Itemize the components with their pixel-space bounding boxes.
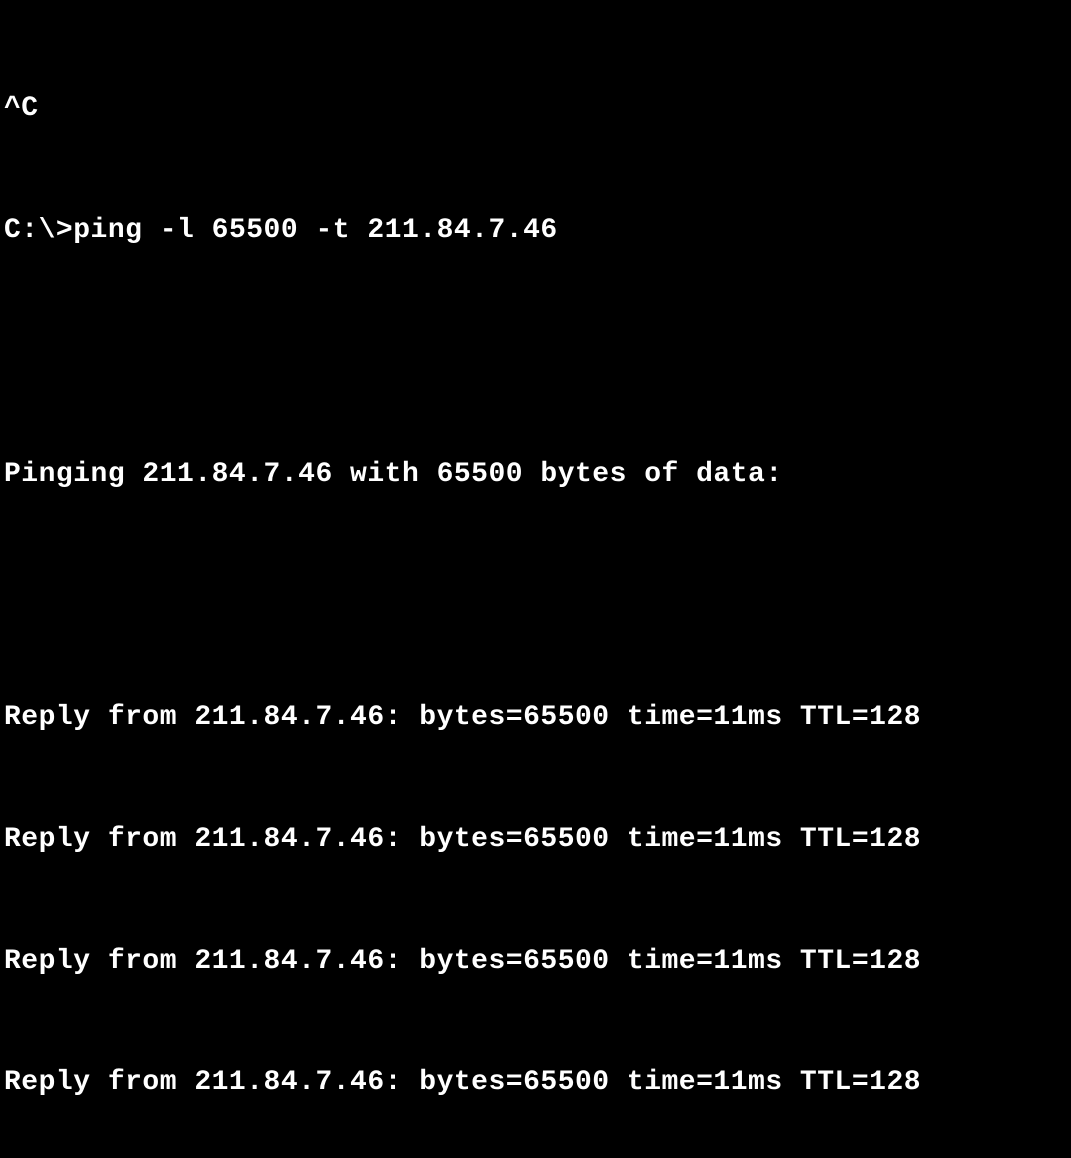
blank-line: [4, 576, 1067, 617]
interrupt-line: ^C: [4, 89, 1067, 130]
prompt: C:\>: [4, 215, 73, 246]
ping-reply: Reply from 211.84.7.46: bytes=65500 time…: [4, 942, 1067, 983]
ping-status: Pinging 211.84.7.46 with 65500 bytes of …: [4, 455, 1067, 496]
terminal-output[interactable]: ^C C:\>ping -l 65500 -t 211.84.7.46 Ping…: [4, 8, 1067, 1158]
blank-line: [4, 333, 1067, 374]
command-line: C:\>ping -l 65500 -t 211.84.7.46: [4, 211, 1067, 252]
ping-reply: Reply from 211.84.7.46: bytes=65500 time…: [4, 698, 1067, 739]
ping-reply: Reply from 211.84.7.46: bytes=65500 time…: [4, 1063, 1067, 1104]
command-text: ping -l 65500 -t 211.84.7.46: [73, 215, 557, 246]
ping-reply: Reply from 211.84.7.46: bytes=65500 time…: [4, 820, 1067, 861]
